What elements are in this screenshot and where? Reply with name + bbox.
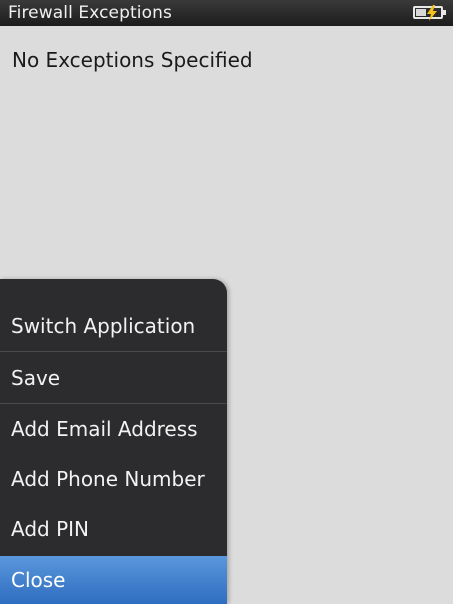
menu-item-close[interactable]: Close bbox=[0, 556, 227, 604]
screen-title: Firewall Exceptions bbox=[8, 3, 172, 23]
menu-item-switch-application[interactable]: Switch Application bbox=[0, 301, 227, 351]
empty-message: No Exceptions Specified bbox=[12, 48, 253, 72]
menu-item-add-pin[interactable]: Add PIN bbox=[0, 504, 227, 554]
menu-item-add-phone-number[interactable]: Add Phone Number bbox=[0, 454, 227, 504]
menu-item-add-email-address[interactable]: Add Email Address bbox=[0, 404, 227, 454]
title-bar: Firewall Exceptions bbox=[0, 0, 453, 26]
battery-charging-icon bbox=[413, 5, 446, 21]
menu-item-save[interactable]: Save bbox=[0, 352, 227, 403]
context-menu: Switch Application Save Add Email Addres… bbox=[0, 279, 227, 604]
